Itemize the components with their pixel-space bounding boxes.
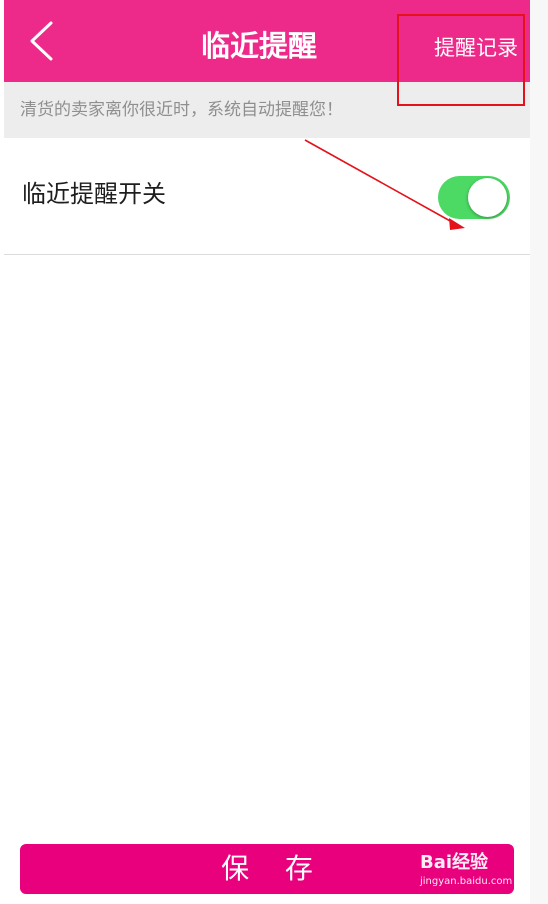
app-screen: 临近提醒 提醒记录 清货的卖家离你很近时，系统自动提醒您！ 临近提醒开关 保 存 [4, 0, 530, 904]
chevron-left-icon [30, 21, 53, 61]
hint-bar: 清货的卖家离你很近时，系统自动提醒您！ [4, 82, 530, 138]
header-bar: 临近提醒 提醒记录 [4, 0, 530, 82]
save-button[interactable]: 保 存 [20, 844, 514, 894]
reminder-records-link[interactable]: 提醒记录 [422, 28, 530, 68]
hint-text: 清货的卖家离你很近时，系统自动提醒您！ [20, 100, 343, 120]
toggle-knob [468, 178, 507, 217]
back-button[interactable] [16, 14, 66, 68]
proximity-reminder-toggle[interactable] [438, 176, 510, 219]
proximity-reminder-label: 临近提醒开关 [22, 180, 166, 208]
right-gutter [530, 0, 548, 904]
page-title: 临近提醒 [200, 29, 317, 63]
proximity-reminder-row: 临近提醒开关 [4, 138, 530, 255]
